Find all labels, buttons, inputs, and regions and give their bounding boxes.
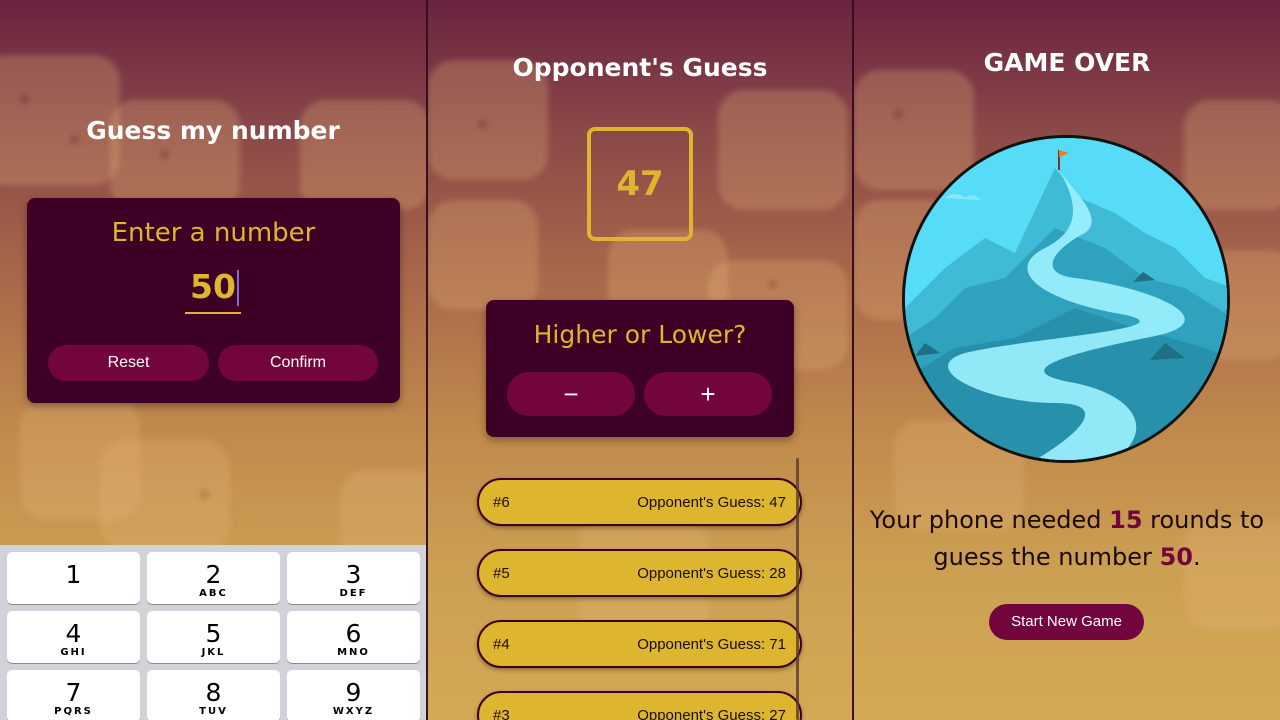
round-number: #3: [493, 707, 510, 720]
key-7[interactable]: 7 PQRS: [7, 670, 140, 720]
guess-text: Opponent's Guess: 27: [637, 707, 786, 720]
higher-lower-card: Higher or Lower? − +: [486, 300, 794, 437]
text-cursor: [237, 270, 239, 306]
current-guess-display: 47: [587, 127, 693, 241]
key-5[interactable]: 5 JKL: [147, 611, 280, 663]
guess-text: Opponent's Guess: 71: [637, 636, 786, 653]
screen-title: Opponent's Guess: [512, 53, 768, 82]
guess-text: Opponent's Guess: 28: [637, 565, 786, 582]
key-4[interactable]: 4 GHI: [7, 611, 140, 663]
key-9[interactable]: 9 WXYZ: [287, 670, 420, 720]
round-number: #5: [493, 565, 510, 582]
scrollbar[interactable]: [796, 458, 799, 720]
enter-number-prompt: Enter a number: [111, 218, 316, 248]
game-summary: Your phone needed 15 rounds to guess the…: [869, 506, 1265, 571]
screen-title: Guess my number: [86, 116, 340, 145]
list-item: #5 Opponent's Guess: 28: [477, 549, 802, 597]
target-number: 50: [1159, 543, 1193, 571]
guess-text: Opponent's Guess: 47: [637, 494, 786, 511]
mountain-path-illustration: [905, 138, 1227, 460]
reset-button[interactable]: Reset: [48, 345, 209, 381]
round-number: #4: [493, 636, 510, 653]
key-8[interactable]: 8 TUV: [147, 670, 280, 720]
key-2[interactable]: 2 ABC: [147, 552, 280, 604]
round-number: #6: [493, 494, 510, 511]
game-over-screen: GAME OVER Your phone needed 15 rounds to…: [854, 0, 1280, 720]
higher-button[interactable]: +: [644, 372, 772, 416]
rounds-count: 15: [1109, 506, 1143, 534]
game-screen: Opponent's Guess 47 Higher or Lower? − +…: [428, 0, 852, 720]
list-item: #3 Opponent's Guess: 27: [477, 691, 802, 720]
number-input-card: Enter a number 50 Reset Confirm: [27, 198, 400, 403]
lower-button[interactable]: −: [507, 372, 635, 416]
game-over-title: GAME OVER: [983, 48, 1151, 77]
list-item: #6 Opponent's Guess: 47: [477, 478, 802, 526]
number-input[interactable]: 50: [185, 264, 241, 314]
list-item: #4 Opponent's Guess: 71: [477, 620, 802, 668]
start-new-game-button[interactable]: Start New Game: [989, 604, 1144, 640]
confirm-button[interactable]: Confirm: [218, 345, 378, 381]
key-6[interactable]: 6 MNO: [287, 611, 420, 663]
key-3[interactable]: 3 DEF: [287, 552, 420, 604]
key-1[interactable]: 1: [7, 552, 140, 604]
numeric-keypad: 1 2 ABC 3 DEF 4 GHI 5 JKL 6 MNO 7 PQRS 8 TUV 9W…: [0, 545, 426, 720]
success-image: [902, 135, 1230, 463]
higher-lower-prompt: Higher or Lower?: [533, 320, 747, 349]
start-game-screen: Guess my number Enter a number 50 Reset …: [0, 0, 426, 720]
